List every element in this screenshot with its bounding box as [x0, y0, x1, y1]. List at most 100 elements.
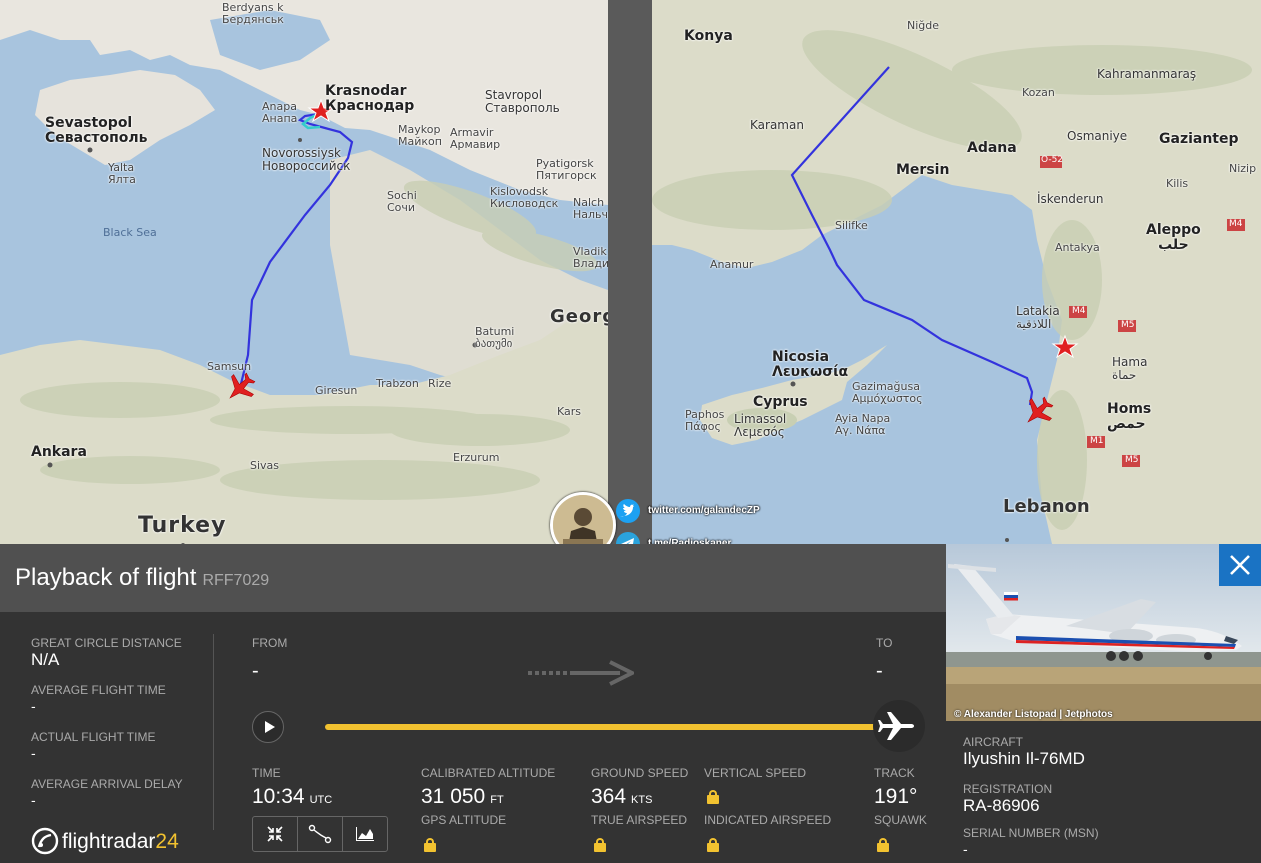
squawk-lock-icon[interactable] [877, 838, 889, 852]
playback-position-handle[interactable] [873, 700, 925, 752]
radar-icon [31, 827, 59, 855]
label-pyatigorsk: Pyatigorsk Пятигорск [536, 157, 597, 182]
label-nicosia: Nicosia Λευκωσία [772, 349, 849, 380]
serial-label: SERIAL NUMBER (MSN) [963, 826, 1099, 840]
label-ayia-napa: Ayia Napa Αγ. Νάπα [835, 412, 891, 437]
label-anapa: Anapa Анапа [262, 100, 298, 125]
view-tools [252, 816, 388, 852]
photo-credit[interactable]: © Alexander Listopad | Jetphotos [954, 709, 1113, 720]
label-sochi: Sochi Сочи [387, 189, 417, 214]
squawk-label: SQUAWK [874, 813, 927, 827]
ground-speed-label: GROUND SPEED [591, 766, 689, 780]
flightradar24-logo [31, 827, 59, 855]
cal-alt-value: 31 050 FT [421, 785, 504, 808]
road-m1: M1 [1090, 436, 1104, 446]
track-value: 191° [874, 785, 918, 808]
label-rize: Rize [428, 377, 452, 390]
great-circle-label: GREAT CIRCLE DISTANCE [31, 636, 182, 650]
label-stavropol: Stavropol Ставрополь [485, 88, 560, 115]
twitter-handle[interactable]: twitter.com/galandecZP [648, 505, 760, 516]
label-giresun: Giresun [315, 384, 358, 397]
right-map[interactable]: Niğde Konya Kahramanmaraş Kozan Karaman … [652, 0, 1261, 544]
time-value: 10:34 UTC [252, 785, 333, 808]
label-nizip: Nizip [1229, 162, 1257, 175]
indicated-airspeed-lock-icon[interactable] [707, 838, 719, 852]
label-novorossiysk: Novorossiysk Новороссийск [262, 146, 351, 173]
serial-value: - [963, 841, 968, 857]
label-batumi: Batumi ბათუმი [475, 325, 515, 350]
label-turkey: Turkey [138, 513, 227, 538]
label-iskenderun: İskenderun [1037, 192, 1104, 206]
aircraft-value: Ilyushin Il-76MD [963, 749, 1085, 768]
fit-view-button[interactable] [253, 817, 298, 851]
label-kilis: Kilis [1166, 177, 1189, 190]
label-sevastopol: Sevastopol Севастополь [45, 115, 148, 146]
plane-icon [878, 712, 914, 740]
vertical-speed-label: VERTICAL SPEED [704, 766, 807, 780]
true-airspeed-lock-icon[interactable] [594, 838, 606, 852]
actual-flight-label: ACTUAL FLIGHT TIME [31, 730, 156, 744]
label-paphos: Paphos Πάφος [685, 408, 725, 433]
label-karaman: Karaman [750, 118, 804, 132]
avg-delay-label: AVERAGE ARRIVAL DELAY [31, 777, 183, 791]
label-berdyansk: Berdyans k Бердянськ [222, 1, 284, 26]
close-button[interactable] [1219, 544, 1261, 586]
road-m5-b: M5 [1125, 455, 1139, 465]
label-cyprus: Cyprus [753, 394, 808, 410]
label-aleppo: Aleppo حلب [1146, 222, 1201, 253]
registration-label: REGISTRATION [963, 782, 1053, 796]
road-m4-b: M4 [1072, 306, 1086, 316]
panel-header: Playback of flight RFF7029 [0, 544, 946, 612]
label-krasnodar: Krasnodar Краснодар [325, 83, 415, 114]
gps-alt-label: GPS ALTITUDE [421, 813, 507, 827]
twitter-icon [616, 499, 640, 523]
to-label: TO [876, 636, 893, 650]
label-trabzon: Trabzon [376, 377, 419, 390]
label-kars: Kars [557, 405, 582, 418]
compress-icon [267, 826, 283, 842]
playback-slider[interactable] [325, 724, 893, 730]
play-button[interactable] [252, 711, 284, 743]
left-map[interactable]: Berdyans k Бердянськ Krasnodar Краснодар S… [0, 0, 608, 544]
label-yalta: Yalta Ялта [108, 161, 136, 186]
label-silifke: Silifke [835, 219, 868, 232]
track-label: TRACK [874, 766, 915, 780]
label-armavir: Armavir Армавир [450, 126, 501, 151]
true-airspeed-label: TRUE AIRSPEED [591, 813, 688, 827]
label-osmaniye: Osmaniye [1067, 129, 1128, 143]
ground-speed-unit: KTS [631, 794, 653, 806]
road-m5-a: M5 [1121, 320, 1135, 330]
aircraft-label: AIRCRAFT [963, 735, 1023, 749]
label-limassol: Limassol Λεμεσός [734, 412, 787, 439]
label-adana: Adana [967, 140, 1017, 156]
gps-alt-lock-icon[interactable] [424, 838, 436, 852]
indicated-airspeed-label: INDICATED AIRSPEED [704, 813, 832, 827]
avg-flight-value: - [31, 698, 36, 714]
cal-alt-unit: FT [490, 794, 504, 806]
vertical-speed-lock-icon[interactable] [707, 790, 719, 804]
label-nigde: Niğde [907, 19, 940, 32]
label-lebanon: Lebanon [1003, 496, 1090, 517]
avg-flight-label: AVERAGE FLIGHT TIME [31, 683, 166, 697]
flight-code: RFF7029 [202, 572, 270, 589]
ground-speed-value: 364 KTS [591, 785, 653, 808]
actual-flight-value: - [31, 745, 36, 761]
label-erzurum: Erzurum [453, 451, 500, 464]
label-sivas: Sivas [250, 459, 280, 472]
close-icon [1230, 555, 1250, 575]
from-value: - [252, 660, 259, 682]
road-m4-a: M4 [1229, 219, 1243, 229]
route-view-button[interactable] [298, 817, 343, 851]
time-label: TIME [252, 766, 281, 780]
graph-view-button[interactable] [343, 817, 387, 851]
label-samsun: Samsun [207, 360, 252, 373]
label-homs: Homs حمص [1107, 401, 1152, 432]
time-unit: UTC [309, 794, 333, 806]
panel-separator [213, 634, 214, 830]
chart-icon [356, 827, 374, 841]
label-mersin: Mersin [896, 162, 950, 178]
route-arrow-icon [528, 660, 637, 691]
route-icon [308, 824, 332, 844]
cal-alt-label: CALIBRATED ALTITUDE [421, 766, 556, 780]
label-kahramanmaras: Kahramanmaraş [1097, 67, 1197, 81]
